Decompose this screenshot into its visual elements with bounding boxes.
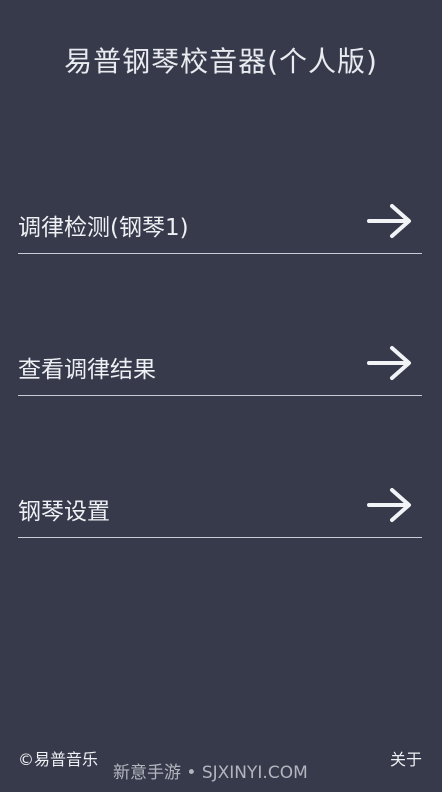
- menu-item-view-results[interactable]: 查看调律结果: [18, 340, 422, 396]
- menu-item-piano-settings[interactable]: 钢琴设置: [18, 482, 422, 538]
- arrow-right-icon: [367, 346, 411, 380]
- watermark-text: 新意手游 • SJXINYI.COM: [113, 763, 308, 783]
- app-title: 易普钢琴校音器(个人版): [64, 45, 378, 78]
- copyright-text: ©易普音乐: [18, 750, 99, 769]
- arrow-right-icon: [367, 204, 411, 238]
- menu-item-label: 查看调律结果: [18, 357, 156, 383]
- menu-item-label: 钢琴设置: [18, 499, 110, 525]
- menu-item-label: 调律检测(钢琴1): [18, 215, 189, 241]
- about-link[interactable]: 关于: [390, 746, 422, 770]
- menu-item-tuning-check[interactable]: 调律检测(钢琴1): [18, 198, 422, 254]
- arrow-right-icon: [367, 488, 411, 522]
